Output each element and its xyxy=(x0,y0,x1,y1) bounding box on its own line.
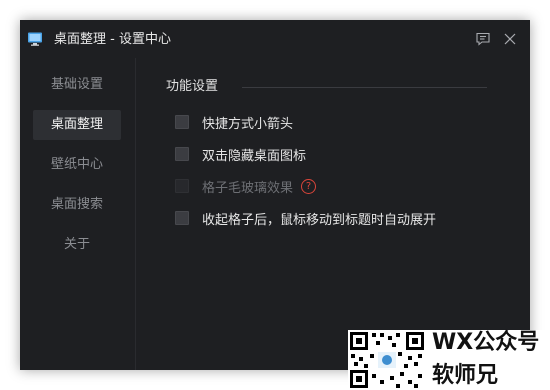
option-label: 双击隐藏桌面图标 xyxy=(202,148,307,164)
feedback-icon[interactable] xyxy=(474,30,492,48)
qr-code-image xyxy=(348,330,426,390)
option-double-click-hide[interactable]: 双击隐藏桌面图标 xyxy=(175,145,307,164)
checkbox-shortcut-arrow[interactable] xyxy=(175,115,189,129)
sidebar: 基础设置 桌面整理 壁纸中心 桌面搜索 关于 xyxy=(20,58,135,370)
sidebar-item-basic-settings[interactable]: 基础设置 xyxy=(33,70,121,100)
section-divider xyxy=(242,87,487,88)
sidebar-item-desktop-organize[interactable]: 桌面整理 xyxy=(33,110,121,140)
checkbox-double-click-hide[interactable] xyxy=(175,147,189,161)
option-shortcut-arrow[interactable]: 快捷方式小箭头 xyxy=(175,113,294,132)
window-title: 桌面整理 - 设置中心 xyxy=(54,32,171,47)
option-label: 快捷方式小箭头 xyxy=(202,116,294,132)
watermark-line2: 软师兄 xyxy=(432,363,499,388)
settings-window: 桌面整理 - 设置中心 基础设置 桌面整理 壁纸中心 桌面搜索 关于 功能设置 … xyxy=(20,20,530,370)
close-icon[interactable] xyxy=(501,30,519,48)
sidebar-item-wallpaper-center[interactable]: 壁纸中心 xyxy=(33,150,121,180)
sidebar-divider xyxy=(135,58,136,370)
option-label: 收起格子后，鼠标移动到标题时自动展开 xyxy=(202,212,437,228)
sidebar-item-desktop-search[interactable]: 桌面搜索 xyxy=(33,190,121,220)
option-label: 格子毛玻璃效果 xyxy=(202,180,294,196)
option-frosted-glass: 格子毛玻璃效果 ? xyxy=(175,177,317,196)
option-auto-expand[interactable]: 收起格子后，鼠标移动到标题时自动展开 xyxy=(175,209,437,228)
checkbox-frosted-glass xyxy=(175,179,189,193)
monitor-icon xyxy=(27,31,43,47)
watermark-line1: WX公众号 xyxy=(432,330,540,355)
section-title: 功能设置 xyxy=(166,79,219,94)
watermark-panel: WX公众号 软师兄 xyxy=(348,330,550,390)
title-bar: 桌面整理 - 设置中心 xyxy=(20,20,530,58)
question-circle-icon[interactable]: ? xyxy=(301,178,317,194)
sidebar-item-about[interactable]: 关于 xyxy=(33,230,121,260)
checkbox-auto-expand[interactable] xyxy=(175,211,189,225)
